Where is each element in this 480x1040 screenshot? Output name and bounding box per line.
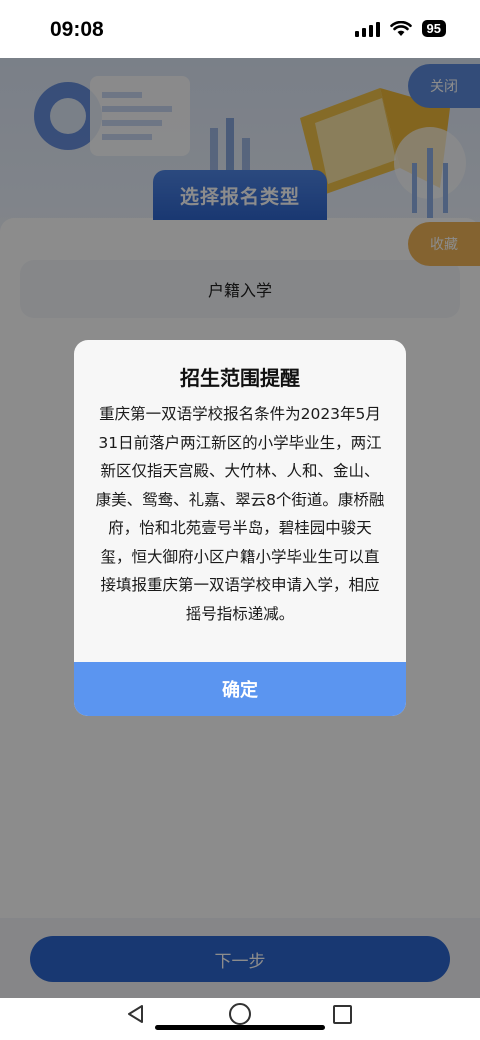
battery-icon: 95 xyxy=(421,20,446,37)
dialog-title: 招生范围提醒 xyxy=(180,366,300,390)
enrollment-scope-dialog: 招生范围提醒 重庆第一双语学校报名条件为2023年5月31日前落户两江新区的小学… xyxy=(74,340,406,716)
gesture-bar[interactable] xyxy=(155,1025,325,1030)
system-navigation-bar xyxy=(0,998,480,1040)
status-time: 09:08 xyxy=(50,18,104,41)
status-bar: 09:08 95 xyxy=(0,0,480,58)
back-icon[interactable] xyxy=(126,1004,146,1024)
dialog-message: 重庆第一双语学校报名条件为2023年5月31日前落户两江新区的小学毕业生，两江新… xyxy=(95,405,385,623)
recents-icon[interactable] xyxy=(333,1005,352,1024)
wifi-icon xyxy=(389,20,412,37)
confirm-button[interactable]: 确定 xyxy=(74,662,406,716)
status-icons: 95 xyxy=(354,20,446,37)
home-icon[interactable] xyxy=(229,1003,251,1025)
signal-icon xyxy=(354,21,380,37)
